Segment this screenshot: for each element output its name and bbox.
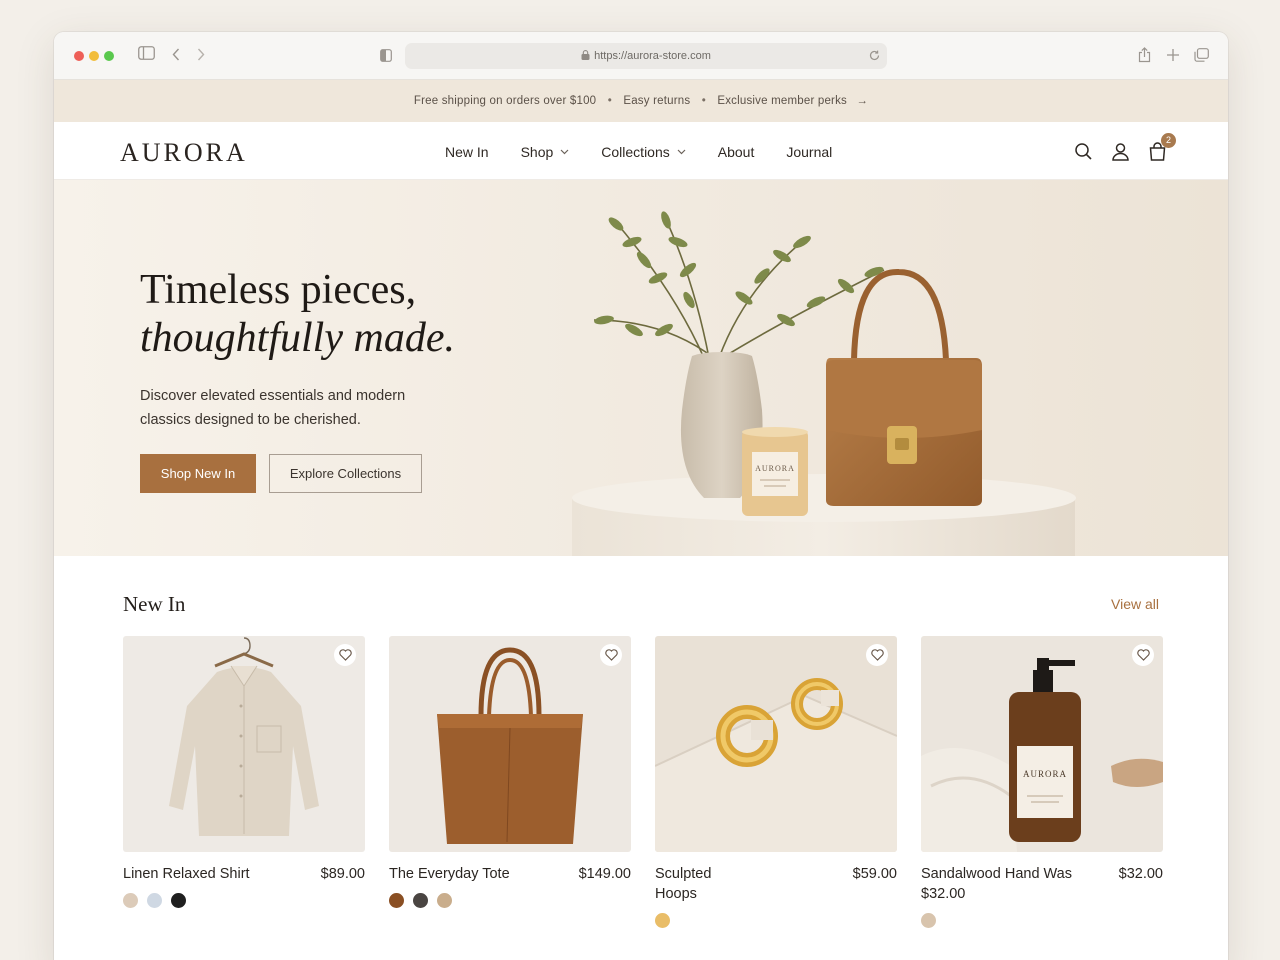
color-swatch[interactable] [921, 913, 936, 928]
site-logo[interactable]: AURORA [120, 138, 248, 168]
nav-item-label: New In [445, 144, 489, 160]
sidebar-toggle-icon[interactable] [138, 46, 155, 60]
announcement-returns: Easy returns [623, 95, 691, 107]
color-swatches [123, 893, 365, 908]
candle-label-text: AURORA [755, 464, 795, 473]
color-swatches [389, 893, 631, 908]
nav-item-about[interactable]: About [718, 144, 755, 160]
wishlist-button[interactable] [600, 644, 622, 666]
address-bar[interactable]: https://aurora-store.com [405, 43, 887, 69]
shirt-image [169, 637, 319, 836]
product-image[interactable] [123, 636, 365, 852]
color-swatch[interactable] [147, 893, 162, 908]
url-text: https://aurora-store.com [594, 50, 711, 62]
browser-window: https://aurora-store.com Free shipping o… [54, 32, 1228, 960]
product-price: $149.00 [578, 866, 631, 882]
shop-new-in-button[interactable]: Shop New In [140, 454, 256, 493]
account-icon[interactable] [1110, 141, 1131, 162]
chevron-down-icon [677, 149, 686, 155]
close-window-button[interactable] [74, 51, 84, 61]
product-image[interactable]: AURORA [921, 636, 1163, 852]
search-icon[interactable] [1073, 141, 1094, 162]
announcement-bar: Free shipping on orders over $100 • Easy… [54, 80, 1228, 122]
product-price: $32.00 [1118, 866, 1163, 882]
wishlist-button[interactable] [866, 644, 888, 666]
chevron-down-icon [560, 149, 569, 155]
view-all-link[interactable]: View all [1111, 596, 1159, 612]
nav-item-collections[interactable]: Collections [601, 144, 686, 160]
hand-wash-image: AURORA [921, 658, 1163, 852]
back-arrow-icon[interactable] [172, 48, 180, 61]
bottle-label-text: AURORA [1023, 769, 1067, 779]
hero-headline: Timeless pieces, thoughtfully made. [140, 266, 455, 362]
product-image[interactable] [655, 636, 897, 852]
color-swatches [921, 913, 1163, 928]
color-swatch[interactable] [389, 893, 404, 908]
product-name[interactable]: Sandalwood Hand Was $32.00 [921, 864, 1091, 904]
color-swatch[interactable] [413, 893, 428, 908]
nav-item-new-in[interactable]: New In [445, 144, 489, 160]
product-card[interactable]: Linen Relaxed Shirt $89.00 [123, 636, 365, 928]
share-icon[interactable] [1138, 47, 1151, 63]
nav-item-label: Journal [786, 144, 833, 160]
browser-toolbar: https://aurora-store.com [54, 32, 1228, 80]
color-swatches [655, 913, 897, 928]
heart-icon [338, 649, 352, 661]
hero-headline-line1: Timeless pieces, [140, 267, 417, 313]
cart-count-badge: 2 [1161, 133, 1176, 148]
section-title: New In [123, 592, 186, 616]
tote-image [437, 647, 583, 844]
hero-product-image: AURORA [572, 211, 1076, 556]
arrow-right-icon[interactable]: → [856, 95, 868, 107]
tab-overview-icon[interactable] [1194, 48, 1209, 62]
wishlist-button[interactable] [1132, 644, 1154, 666]
site-header: AURORA New In Shop Collections About Jou… [54, 122, 1228, 180]
new-tab-icon[interactable] [1166, 48, 1180, 62]
nav-item-shop[interactable]: Shop [521, 144, 570, 160]
nav-item-label: About [717, 144, 755, 160]
nav-item-journal[interactable]: Journal [786, 144, 832, 160]
product-name[interactable]: Linen Relaxed Shirt [123, 864, 253, 884]
heart-icon [1136, 649, 1150, 661]
main-nav: New In Shop Collections About Journal [445, 144, 864, 160]
heart-icon [604, 649, 618, 661]
color-swatch[interactable] [655, 913, 670, 928]
nav-item-label: Shop [520, 144, 554, 160]
product-card[interactable]: Sculpted Hoops $59.00 [655, 636, 897, 928]
header-actions: 2 [1073, 133, 1176, 162]
color-swatch[interactable] [171, 893, 186, 908]
product-card[interactable]: AURORA Sandalwood Hand Was $32.00 $32.00 [921, 636, 1163, 928]
forward-arrow-icon[interactable] [197, 48, 205, 61]
product-name[interactable]: Sculpted Hoops [655, 864, 735, 904]
announcement-separator: • [701, 95, 706, 107]
reader-mode-icon[interactable] [380, 49, 392, 62]
announcement-shipping: Free shipping on orders over $100 [413, 95, 597, 107]
hero-banner: Timeless pieces, thoughtfully made. Disc… [54, 180, 1228, 556]
wishlist-button[interactable] [334, 644, 356, 666]
hero-copy: Timeless pieces, thoughtfully made. Disc… [140, 266, 455, 493]
product-price: $59.00 [852, 866, 897, 882]
explore-collections-button[interactable]: Explore Collections [269, 454, 422, 493]
announcement-separator: • [607, 95, 612, 107]
hero-subtext: Discover elevated essentials and modern … [140, 388, 406, 428]
hero-headline-line2: thoughtfully made. [140, 315, 455, 361]
product-image[interactable] [389, 636, 631, 852]
maximize-window-button[interactable] [104, 51, 114, 61]
hoops-image [655, 678, 897, 852]
product-price: $89.00 [320, 866, 365, 882]
product-name[interactable]: The Everyday Tote [389, 864, 519, 884]
announcement-perks-link[interactable]: Exclusive member perks [717, 95, 847, 107]
cart-button[interactable]: 2 [1147, 133, 1176, 162]
lock-icon [581, 50, 590, 60]
product-grid: Linen Relaxed Shirt $89.00 The Everyday … [123, 636, 1163, 928]
reload-icon[interactable] [868, 49, 881, 62]
minimize-window-button[interactable] [89, 51, 99, 61]
color-swatch[interactable] [437, 893, 452, 908]
product-card[interactable]: The Everyday Tote $149.00 [389, 636, 631, 928]
heart-icon [870, 649, 884, 661]
color-swatch[interactable] [123, 893, 138, 908]
nav-item-label: Collections [601, 144, 670, 160]
